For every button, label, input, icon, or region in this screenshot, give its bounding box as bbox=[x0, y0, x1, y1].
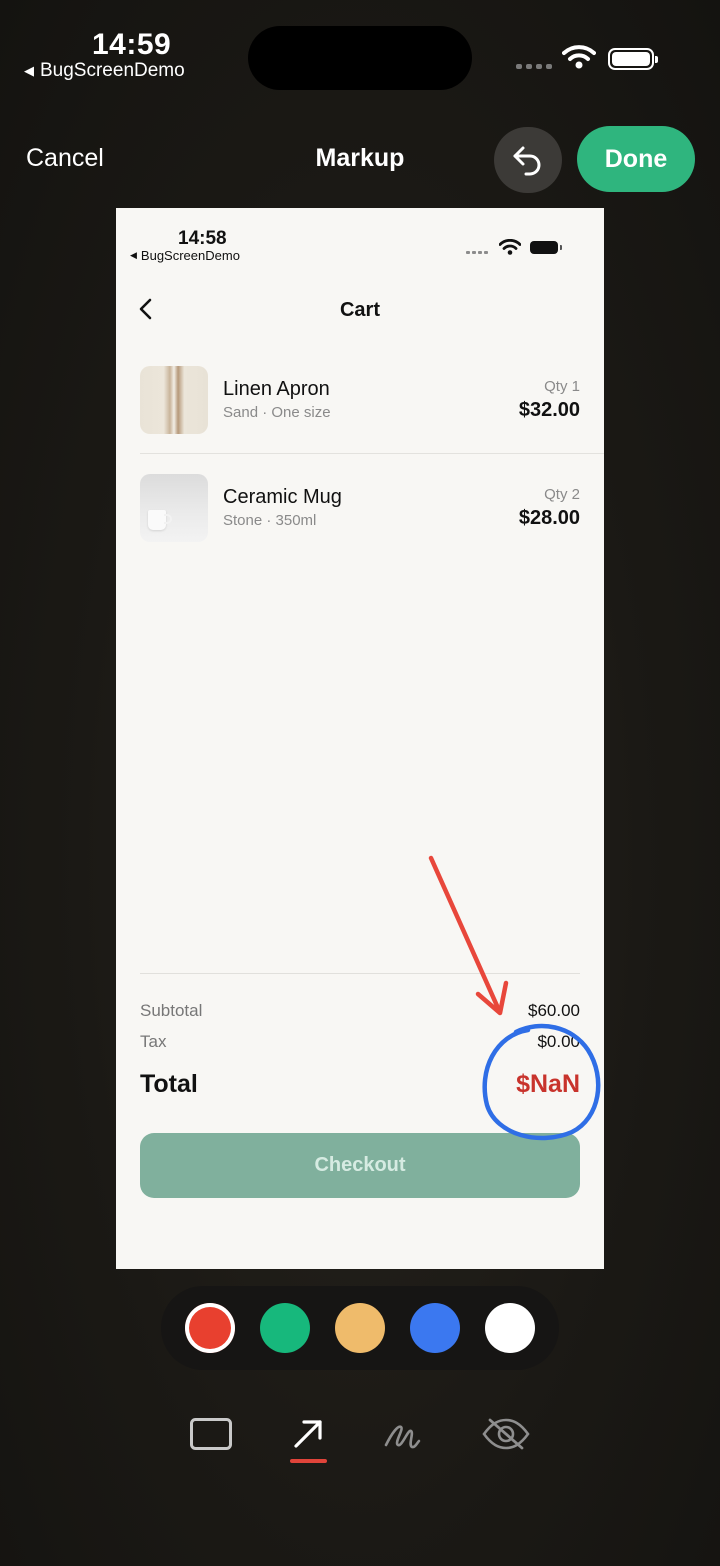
color-palette bbox=[161, 1286, 559, 1370]
wifi-icon bbox=[562, 45, 596, 69]
item-qty: Qty 1 bbox=[544, 378, 580, 395]
item-variant: Stone · 350ml bbox=[223, 512, 317, 529]
item-qty: Qty 2 bbox=[544, 486, 580, 503]
undo-button[interactable] bbox=[494, 127, 562, 193]
tax-value: $0.00 bbox=[537, 1032, 580, 1051]
color-swatch-red[interactable] bbox=[185, 1303, 235, 1353]
color-swatch-blue[interactable] bbox=[410, 1303, 460, 1353]
color-swatch-orange[interactable] bbox=[335, 1303, 385, 1353]
total-value: $NaN bbox=[516, 1070, 580, 1098]
screenshot-canvas[interactable]: 14:58 ◀ BugScreenDemo Cart Linen Apron S… bbox=[116, 208, 604, 1269]
inner-back-app-name: BugScreenDemo bbox=[140, 248, 240, 263]
inner-cellular-signal-icon bbox=[466, 251, 488, 254]
inner-battery-icon bbox=[530, 241, 562, 254]
mug-handle-shape bbox=[164, 514, 172, 524]
color-swatch-green[interactable] bbox=[260, 1303, 310, 1353]
tax-label: Tax bbox=[140, 1032, 167, 1051]
cart-title: Cart bbox=[339, 299, 380, 321]
done-button[interactable]: Done bbox=[577, 126, 695, 192]
redact-icon bbox=[482, 1418, 530, 1450]
battery-icon bbox=[608, 48, 658, 70]
inner-back-to-app: ◀ BugScreenDemo bbox=[130, 248, 240, 263]
pen-icon bbox=[384, 1425, 421, 1449]
inner-back-triangle-icon: ◀ bbox=[130, 250, 137, 260]
ceramic-mug-thumbnail bbox=[140, 474, 208, 542]
linen-apron-thumbnail bbox=[140, 366, 208, 434]
color-swatch-white[interactable] bbox=[485, 1303, 535, 1353]
item-name: Linen Apron bbox=[223, 378, 330, 400]
item-price: $32.00 bbox=[518, 399, 580, 421]
pen-tool[interactable] bbox=[374, 1406, 430, 1462]
inner-wifi-icon bbox=[499, 239, 521, 255]
item-name: Ceramic Mug bbox=[223, 486, 342, 508]
cancel-button[interactable]: Cancel bbox=[26, 144, 104, 173]
status-time: 14:59 bbox=[92, 28, 172, 61]
subtotal-label: Subtotal bbox=[140, 1001, 203, 1020]
total-label: Total bbox=[140, 1070, 198, 1098]
selected-tool-indicator bbox=[290, 1459, 327, 1463]
rectangle-tool[interactable] bbox=[183, 1406, 239, 1462]
arrow-icon bbox=[294, 1420, 322, 1448]
redact-tool[interactable] bbox=[478, 1406, 534, 1462]
cellular-signal-icon bbox=[516, 64, 552, 69]
arrow-tool[interactable] bbox=[280, 1406, 336, 1462]
summary-divider bbox=[140, 973, 580, 974]
undo-icon bbox=[513, 146, 541, 176]
checkout-button: Checkout bbox=[140, 1133, 580, 1198]
dynamic-island bbox=[248, 26, 472, 90]
rectangle-icon bbox=[190, 1418, 232, 1450]
item-price: $28.00 bbox=[518, 507, 580, 529]
item-divider bbox=[140, 453, 604, 454]
inner-status-time: 14:58 bbox=[178, 228, 227, 249]
back-to-app-link[interactable]: ◀ BugScreenDemo bbox=[24, 60, 185, 82]
back-app-name: BugScreenDemo bbox=[40, 60, 185, 81]
back-triangle-icon: ◀ bbox=[24, 63, 34, 78]
cart-item: Ceramic Mug Stone · 350ml Qty 2 $28.00 bbox=[140, 474, 580, 544]
item-variant: Sand · One size bbox=[223, 404, 331, 421]
cart-item: Linen Apron Sand · One size Qty 1 $32.00 bbox=[140, 366, 580, 436]
subtotal-value: $60.00 bbox=[528, 1001, 580, 1020]
